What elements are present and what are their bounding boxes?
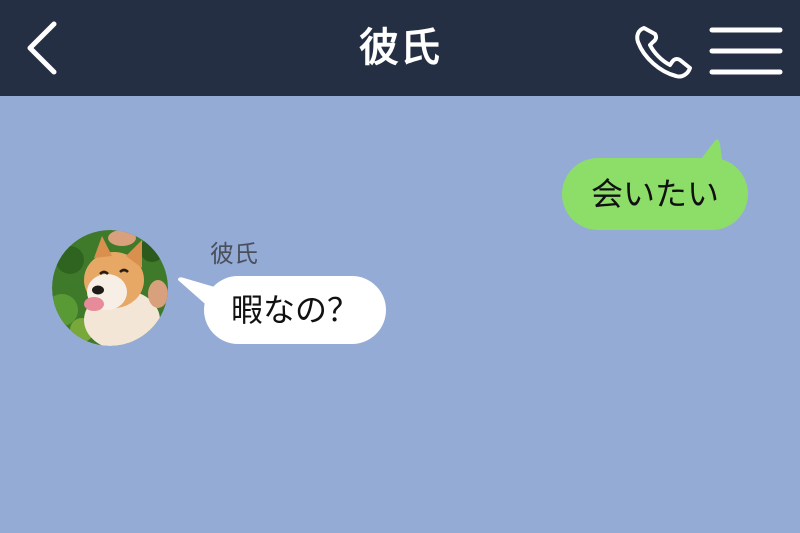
call-button[interactable] xyxy=(630,20,700,80)
outgoing-message-text: 会いたい xyxy=(590,175,719,213)
dog-avatar-icon xyxy=(52,230,168,346)
sender-avatar[interactable] xyxy=(52,230,168,346)
outgoing-message-bubble[interactable]: 会いたい xyxy=(562,158,748,230)
menu-button[interactable] xyxy=(708,26,784,76)
menu-icon xyxy=(709,27,783,75)
chat-area[interactable]: 会いたい 彼氏 暇なの？ xyxy=(0,96,800,533)
sender-name: 彼氏 xyxy=(210,240,258,268)
phone-icon xyxy=(635,26,692,79)
incoming-message-text: 暇なの？ xyxy=(230,291,359,329)
header-bar: 彼氏 xyxy=(0,0,800,96)
incoming-message-bubble[interactable]: 暇なの？ xyxy=(204,276,386,344)
